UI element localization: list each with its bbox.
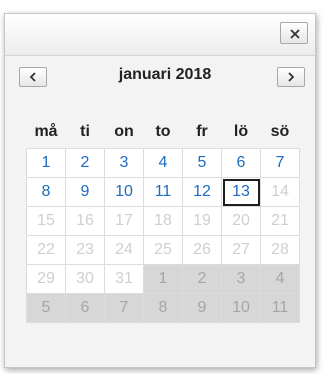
day-cell-other-month: 5 xyxy=(26,293,66,323)
day-cell-other-month: 3 xyxy=(221,264,261,294)
day-cell-disabled: 14 xyxy=(260,177,300,207)
day-cell[interactable]: 11 xyxy=(143,177,183,207)
day-cell-disabled: 17 xyxy=(104,206,144,236)
calendar-week-row: 1234567 xyxy=(26,148,300,178)
day-cell[interactable]: 8 xyxy=(26,177,66,207)
day-cell-disabled: 21 xyxy=(260,206,300,236)
day-cell-other-month: 7 xyxy=(104,293,144,323)
day-cell-other-month: 2 xyxy=(182,264,222,294)
day-cell-disabled: 28 xyxy=(260,235,300,265)
day-cell-other-month: 4 xyxy=(260,264,300,294)
day-cell[interactable]: 7 xyxy=(260,148,300,178)
month-title: januari 2018 xyxy=(118,66,212,83)
day-cell-disabled: 31 xyxy=(104,264,144,294)
calendar-week-row: 15 16 17 18 19 20 21 xyxy=(26,206,300,236)
day-cell[interactable]: 9 xyxy=(65,177,105,207)
day-cell[interactable]: 3 xyxy=(104,148,144,178)
weekday-header: sö xyxy=(270,123,290,140)
day-cell-disabled: 29 xyxy=(26,264,66,294)
weekday-header: lö xyxy=(233,123,249,140)
day-cell-disabled: 19 xyxy=(182,206,222,236)
day-cell[interactable]: 2 xyxy=(65,148,105,178)
day-cell-disabled: 15 xyxy=(26,206,66,236)
calendar-week-row: 5 6 7 8 9 10 11 xyxy=(26,293,300,323)
calendar-week-row: 8 9 10 11 12 13 14 xyxy=(26,177,300,207)
weekday-header-row: må ti on to fr lö sö xyxy=(27,116,300,149)
calendar-grid: må ti on to fr lö sö 1 2 3 4 5 6 7 8 9 10 11 12 13 14… xyxy=(26,116,300,323)
day-cell-other-month: 8 xyxy=(143,293,183,323)
day-cell-other-month: 6 xyxy=(65,293,105,323)
day-cell[interactable]: 1 xyxy=(26,148,66,178)
weekday-header: fr xyxy=(196,123,208,140)
day-cell-disabled: 16 xyxy=(65,206,105,236)
calendar-week-row: 29 30 31 1 2 3 4 xyxy=(26,264,300,294)
day-cell-disabled: 26 xyxy=(182,235,222,265)
prev-month-button[interactable] xyxy=(19,67,47,87)
day-cell[interactable]: 6 xyxy=(221,148,261,178)
day-cell-other-month: 1 xyxy=(143,264,183,294)
day-cell[interactable]: 12 xyxy=(182,177,222,207)
day-cell[interactable]: 4 xyxy=(143,148,183,178)
day-cell-disabled: 22 xyxy=(26,235,66,265)
day-cell-disabled: 20 xyxy=(221,206,261,236)
day-cell-other-month: 10 xyxy=(221,293,261,323)
close-button[interactable] xyxy=(280,22,308,44)
next-month-button[interactable] xyxy=(277,67,305,87)
datepicker-popup: januari 2018 må ti on to fr lö sö 123456… xyxy=(4,13,316,368)
day-cell-disabled: 25 xyxy=(143,235,183,265)
weekday-header: må xyxy=(34,123,58,140)
weekday-header: on xyxy=(114,123,134,140)
datepicker-titlebar xyxy=(5,14,315,56)
weekday-header: ti xyxy=(80,123,90,140)
day-cell-other-month: 9 xyxy=(182,293,222,323)
weekday-header: to xyxy=(155,123,171,140)
day-cell-disabled: 30 xyxy=(65,264,105,294)
day-cell[interactable]: 10 xyxy=(104,177,144,207)
day-cell-disabled: 18 xyxy=(143,206,183,236)
calendar-week-row: 22 23 24 25 26 27 28 xyxy=(26,235,300,265)
day-cell[interactable]: 5 xyxy=(182,148,222,178)
day-cell-disabled: 24 xyxy=(104,235,144,265)
day-cell-disabled: 27 xyxy=(221,235,261,265)
day-cell-other-month: 11 xyxy=(260,293,300,323)
day-cell-selected[interactable]: 13 xyxy=(221,177,261,207)
day-cell-disabled: 23 xyxy=(65,235,105,265)
